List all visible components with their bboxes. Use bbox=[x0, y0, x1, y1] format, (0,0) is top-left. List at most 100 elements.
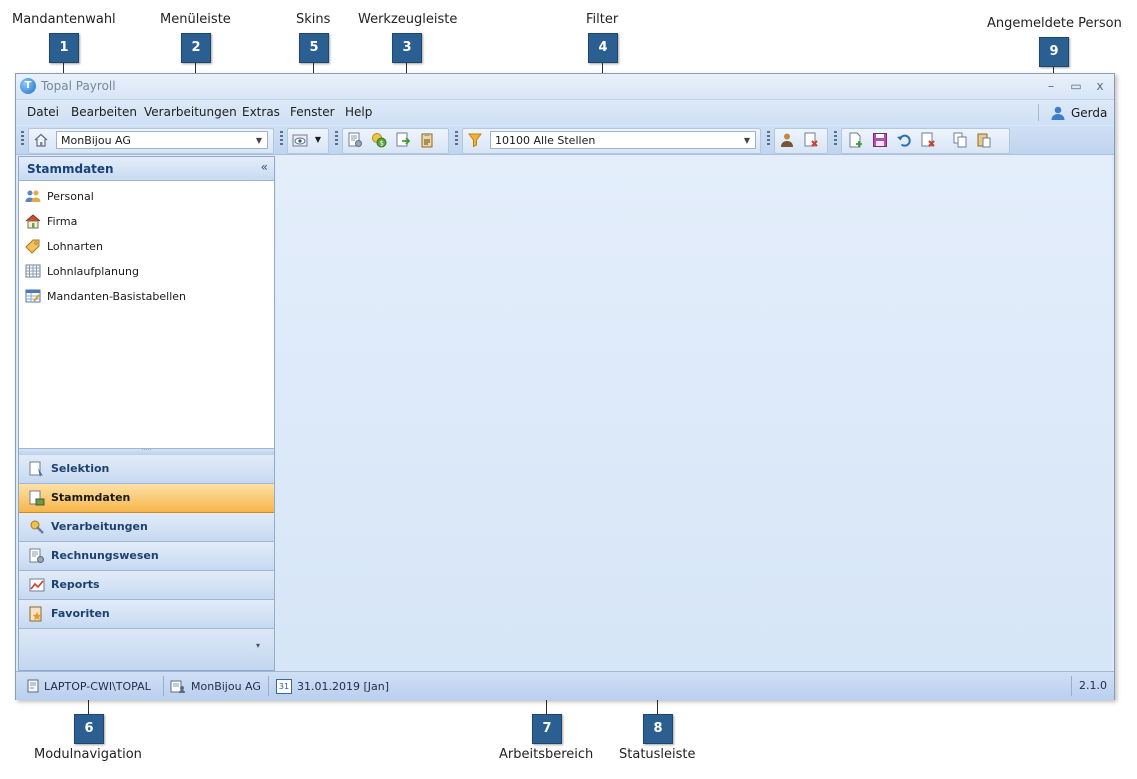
status-date-text: 31.01.2019 [Jan] bbox=[297, 680, 390, 693]
calendar-grid-icon bbox=[25, 263, 41, 279]
skins-group: ▼ bbox=[287, 128, 329, 154]
annotation-badge-8: 8 bbox=[643, 714, 673, 744]
copy-icon[interactable] bbox=[952, 132, 968, 148]
module-label: Verarbeitungen bbox=[51, 520, 148, 533]
nav-item-label: Firma bbox=[47, 214, 78, 228]
edit-group bbox=[841, 128, 1010, 154]
annotation-label-angemeldete-person: Angemeldete Person bbox=[987, 16, 1122, 31]
nav-item-label: Mandanten-Basistabellen bbox=[47, 289, 186, 303]
toolbar-grip[interactable] bbox=[455, 131, 458, 146]
tag-icon bbox=[25, 238, 41, 254]
toolbar-grip[interactable] bbox=[834, 131, 837, 146]
person-icon[interactable] bbox=[779, 132, 795, 148]
export-doc-icon[interactable] bbox=[395, 132, 411, 148]
annotation-badge-3: 3 bbox=[392, 33, 422, 63]
annotation-badge-7: 7 bbox=[532, 714, 562, 744]
calendar-icon: 31 bbox=[276, 679, 292, 694]
toolbar-grip[interactable] bbox=[280, 131, 283, 146]
status-separator bbox=[1071, 676, 1072, 696]
nav-item-lohnarten[interactable]: Lohnarten bbox=[25, 236, 103, 256]
app-logo-icon: T bbox=[20, 78, 36, 94]
skin-eye-icon[interactable] bbox=[292, 132, 308, 148]
menu-bar: Datei Bearbeiten Verarbeitungen Extras F… bbox=[16, 100, 1114, 125]
menu-extras[interactable]: Extras bbox=[242, 105, 280, 119]
user-separator bbox=[1038, 104, 1039, 121]
annotation-label-skins: Skins bbox=[296, 12, 331, 27]
new-doc-icon[interactable] bbox=[848, 132, 864, 148]
process-icon bbox=[29, 519, 45, 535]
star-icon bbox=[29, 606, 45, 622]
home-icon[interactable] bbox=[33, 132, 49, 148]
nav-item-firma[interactable]: Firma bbox=[25, 211, 77, 231]
logged-in-user[interactable]: Gerda bbox=[1050, 103, 1107, 122]
chart-line-icon bbox=[29, 577, 45, 593]
app-window: T Topal Payroll – ▭ x Datei Bearbeiten V… bbox=[15, 73, 1115, 700]
status-computer-text: LAPTOP-CWI\TOPAL bbox=[44, 679, 151, 693]
selection-icon bbox=[29, 461, 45, 477]
nav-item-mandanten-basistabellen[interactable]: Mandanten-Basistabellen bbox=[25, 286, 186, 306]
filter-select[interactable]: 10100 Alle Stellen ▼ bbox=[490, 131, 756, 149]
client-select[interactable]: MonBijou AG ▼ bbox=[56, 131, 268, 149]
menu-bearbeiten[interactable]: Bearbeiten bbox=[71, 105, 137, 119]
skins-dropdown-icon[interactable]: ▼ bbox=[310, 132, 326, 148]
nav-item-personal[interactable]: Personal bbox=[25, 186, 94, 206]
toolbar-grip[interactable] bbox=[335, 131, 338, 146]
annotation-label-mandantenwahl: Mandantenwahl bbox=[12, 12, 116, 27]
computer-icon bbox=[27, 679, 39, 693]
annotation-label-modulnavigation: Modulnavigation bbox=[34, 747, 142, 762]
collapse-pane-icon[interactable]: « bbox=[261, 160, 268, 174]
toolbar: MonBijou AG ▼ ▼ $ 10100 Alle Stellen ▼ bbox=[16, 126, 1114, 155]
money-icon[interactable]: $ bbox=[371, 132, 387, 148]
status-version-text: 2.1.0 bbox=[1079, 679, 1107, 692]
annotation-badge-4: 4 bbox=[588, 33, 618, 63]
module-verarbeitungen[interactable]: Verarbeitungen bbox=[19, 513, 274, 542]
title-bar[interactable]: T Topal Payroll – ▭ x bbox=[16, 74, 1114, 100]
annotation-badge-5: 5 bbox=[299, 33, 329, 63]
accounting-icon bbox=[29, 548, 45, 564]
module-navigation: Stammdaten « Personal Firma Lohnarten Lo… bbox=[18, 156, 275, 671]
module-reports[interactable]: Reports bbox=[19, 571, 274, 600]
delete-doc-icon[interactable] bbox=[803, 132, 819, 148]
window-title: Topal Payroll bbox=[41, 79, 116, 93]
menu-fenster[interactable]: Fenster bbox=[290, 105, 335, 119]
menu-help[interactable]: Help bbox=[345, 105, 372, 119]
toolbar-grip[interactable] bbox=[21, 131, 24, 146]
menu-datei[interactable]: Datei bbox=[27, 105, 59, 119]
chevron-down-icon: ▼ bbox=[255, 136, 262, 145]
module-rechnungswesen[interactable]: Rechnungswesen bbox=[19, 542, 274, 571]
client-group: MonBijou AG ▼ bbox=[28, 128, 274, 154]
masterdata-icon bbox=[29, 490, 45, 506]
table-icon bbox=[25, 288, 41, 304]
status-client: MonBijou AG bbox=[170, 679, 261, 693]
module-selektion[interactable]: Selektion bbox=[19, 455, 274, 484]
clipboard-icon[interactable] bbox=[419, 132, 435, 148]
module-stammdaten[interactable]: Stammdaten bbox=[19, 484, 274, 513]
status-date: 31 31.01.2019 [Jan] bbox=[276, 679, 389, 694]
nav-item-lohnlaufplanung[interactable]: Lohnlaufplanung bbox=[25, 261, 139, 281]
status-version: 2.1.0 bbox=[1079, 679, 1107, 692]
minimize-button[interactable]: – bbox=[1041, 77, 1061, 95]
nav-item-label: Lohnarten bbox=[47, 239, 103, 253]
module-favoriten[interactable]: Favoriten bbox=[19, 600, 274, 629]
annotation-badge-9: 9 bbox=[1039, 37, 1069, 67]
user-icon bbox=[1051, 106, 1065, 120]
filter-icon[interactable] bbox=[467, 132, 483, 148]
annotation-label-arbeitsbereich: Arbeitsbereich bbox=[499, 747, 594, 762]
configure-buttons-icon[interactable]: ▾ bbox=[256, 641, 260, 650]
close-button[interactable]: x bbox=[1090, 77, 1110, 95]
settings-doc-icon[interactable] bbox=[347, 132, 363, 148]
undo-icon[interactable] bbox=[896, 132, 912, 148]
user-name: Gerda bbox=[1071, 105, 1108, 120]
save-icon[interactable] bbox=[872, 132, 888, 148]
workspace-area[interactable] bbox=[276, 155, 1112, 670]
paste-icon[interactable] bbox=[976, 132, 992, 148]
menu-verarbeitungen[interactable]: Verarbeitungen bbox=[144, 105, 237, 119]
maximize-button[interactable]: ▭ bbox=[1066, 77, 1086, 95]
toolbar-grip[interactable] bbox=[767, 131, 770, 146]
client-icon bbox=[170, 680, 185, 693]
module-navigation-footer: ▾ bbox=[19, 629, 274, 670]
filter-group: 10100 Alle Stellen ▼ bbox=[462, 128, 761, 154]
chevron-down-icon: ▼ bbox=[743, 136, 750, 145]
delete-icon[interactable] bbox=[920, 132, 936, 148]
annotation-label-werkzeugleiste: Werkzeugleiste bbox=[358, 12, 458, 27]
